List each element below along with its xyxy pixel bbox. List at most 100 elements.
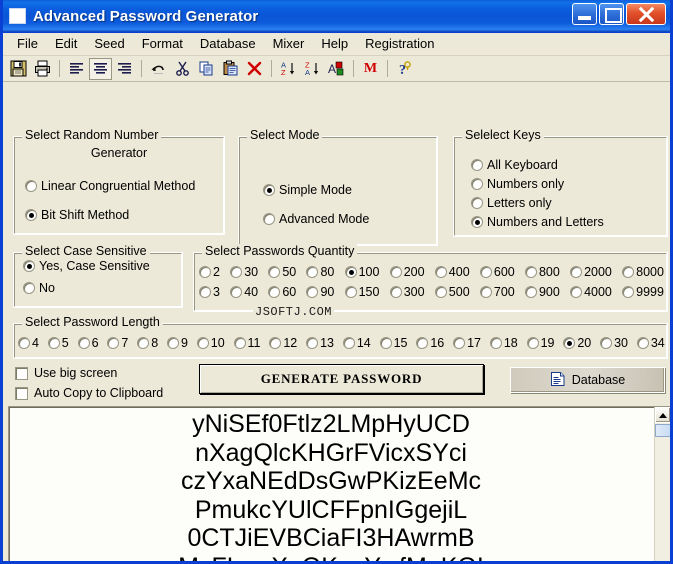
- database-button[interactable]: Database: [510, 367, 665, 393]
- radio-length-16[interactable]: 16: [416, 336, 444, 350]
- radio-quantity-800[interactable]: 800: [524, 265, 560, 279]
- sort-ascending-icon[interactable]: A Z: [277, 58, 300, 80]
- radio-numbers-only[interactable]: Numbers only: [471, 177, 564, 191]
- radio-length-14[interactable]: 14: [342, 336, 371, 350]
- radio-length-20[interactable]: 20: [563, 336, 591, 350]
- radio-yes-case-sensitive[interactable]: Yes, Case Sensitive: [23, 259, 150, 273]
- menu-help[interactable]: Help: [313, 34, 357, 54]
- radio-quantity-150[interactable]: 150: [344, 285, 379, 299]
- radio-advanced-mode[interactable]: Advanced Mode: [263, 212, 369, 226]
- generate-password-button[interactable]: GENERATE PASSWORD: [199, 364, 484, 394]
- radio-no-case-sensitive[interactable]: No: [23, 281, 55, 295]
- radio-quantity-90[interactable]: 90: [306, 285, 334, 299]
- radio-length-9[interactable]: 9: [166, 336, 188, 350]
- delete-icon[interactable]: [243, 58, 266, 80]
- radio-indicator: [622, 266, 635, 278]
- radio-all-keyboard[interactable]: All Keyboard: [471, 158, 558, 172]
- maximize-button[interactable]: [599, 3, 624, 25]
- radio-length-10[interactable]: 10: [196, 336, 225, 350]
- toolbar-separator: [59, 60, 60, 77]
- radio-length-34[interactable]: 34: [636, 336, 665, 350]
- radio-label: 80: [320, 265, 335, 279]
- radio-quantity-30[interactable]: 30: [230, 265, 258, 279]
- scroll-up-button[interactable]: [655, 407, 670, 423]
- radio-length-11[interactable]: 11: [233, 336, 261, 350]
- radio-length-7[interactable]: 7: [107, 336, 128, 350]
- menu-edit[interactable]: Edit: [47, 34, 86, 54]
- cut-icon[interactable]: [171, 58, 194, 80]
- radio-quantity-300[interactable]: 300: [389, 285, 425, 299]
- checkbox-use-big-screen[interactable]: Use big screen: [15, 366, 117, 380]
- align-left-icon[interactable]: [65, 58, 88, 80]
- menu-database[interactable]: Database: [192, 34, 265, 54]
- svg-text:A: A: [305, 68, 310, 77]
- radio-length-18[interactable]: 18: [489, 336, 518, 350]
- radio-length-30[interactable]: 30: [600, 336, 628, 350]
- radio-quantity-600[interactable]: 600: [479, 265, 515, 279]
- radio-quantity-80[interactable]: 80: [306, 265, 334, 279]
- mixer-icon[interactable]: M: [359, 58, 382, 80]
- radio-quantity-9999[interactable]: 9999: [622, 285, 664, 299]
- toolbar-separator-4: [353, 60, 354, 77]
- help-icon[interactable]: ?: [393, 58, 416, 80]
- group-select-keys: Selelect Keys All Keyboard Numbers only …: [453, 128, 668, 237]
- radio-length-15[interactable]: 15: [379, 336, 408, 350]
- radio-label: 12: [283, 336, 298, 350]
- output-scrollbar[interactable]: [654, 407, 670, 561]
- print-icon[interactable]: [31, 58, 54, 80]
- password-output-area[interactable]: yNiSEf0Ftlz2LMpHyUCD nXagQlcKHGrFVicxSYci…: [8, 406, 670, 561]
- close-button[interactable]: [626, 3, 666, 25]
- radio-length-4[interactable]: 4: [18, 336, 39, 350]
- radio-length-13[interactable]: 13: [306, 336, 334, 350]
- radio-bit-shift-method[interactable]: Bit Shift Method: [25, 208, 129, 222]
- radio-quantity-8000[interactable]: 8000: [622, 265, 664, 279]
- radio-length-6[interactable]: 6: [77, 336, 99, 350]
- radio-quantity-4000[interactable]: 4000: [570, 285, 612, 299]
- radio-quantity-2[interactable]: 2: [199, 265, 220, 279]
- radio-indicator: [389, 286, 402, 298]
- radio-indicator: [570, 286, 583, 298]
- toolbar: A Z Z A A M ?: [3, 56, 670, 82]
- radio-quantity-900[interactable]: 900: [524, 285, 560, 299]
- undo-icon[interactable]: [147, 58, 170, 80]
- radio-indicator: [18, 337, 30, 349]
- toolbar-separator-2: [141, 60, 142, 77]
- align-center-icon[interactable]: [89, 57, 112, 80]
- radio-quantity-2000[interactable]: 2000: [570, 265, 612, 279]
- radio-quantity-700[interactable]: 700: [479, 285, 515, 299]
- checkbox-auto-copy-to-clipboard[interactable]: Auto Copy to Clipboard: [15, 386, 163, 400]
- menu-mixer[interactable]: Mixer: [265, 34, 314, 54]
- radio-numbers-and-letters[interactable]: Numbers and Letters: [471, 215, 604, 229]
- radio-quantity-3[interactable]: 3: [199, 285, 220, 299]
- radio-length-12[interactable]: 12: [269, 336, 297, 350]
- radio-letters-only[interactable]: Letters only: [471, 196, 552, 210]
- radio-quantity-40[interactable]: 40: [230, 285, 258, 299]
- radio-length-8[interactable]: 8: [137, 336, 158, 350]
- align-right-icon[interactable]: [113, 58, 136, 80]
- radio-label: Bit Shift Method: [41, 208, 130, 222]
- radio-simple-mode[interactable]: Simple Mode: [263, 183, 352, 197]
- menu-seed[interactable]: Seed: [86, 34, 133, 54]
- radio-quantity-500[interactable]: 500: [434, 285, 470, 299]
- menu-format[interactable]: Format: [134, 34, 192, 54]
- radio-linear-congruential-method[interactable]: Linear Congruential Method: [25, 179, 195, 193]
- scroll-thumb[interactable]: [655, 424, 670, 437]
- minimize-button[interactable]: [572, 3, 597, 25]
- radio-quantity-50[interactable]: 50: [268, 265, 296, 279]
- radio-length-5[interactable]: 5: [47, 336, 69, 350]
- radio-quantity-200[interactable]: 200: [389, 265, 425, 279]
- sort-descending-icon[interactable]: Z A: [301, 58, 324, 80]
- save-icon[interactable]: [7, 58, 30, 80]
- radio-length-17[interactable]: 17: [453, 336, 481, 350]
- radio-indicator: [600, 337, 613, 349]
- radio-indicator: [23, 282, 35, 294]
- copy-icon[interactable]: [195, 58, 218, 80]
- radio-quantity-100[interactable]: 100: [344, 265, 379, 279]
- radio-quantity-60[interactable]: 60: [268, 285, 296, 299]
- menu-file[interactable]: File: [9, 34, 47, 54]
- radio-quantity-400[interactable]: 400: [434, 265, 470, 279]
- paste-icon[interactable]: [219, 58, 242, 80]
- font-color-icon[interactable]: A: [325, 58, 348, 80]
- menu-registration[interactable]: Registration: [357, 34, 443, 54]
- radio-length-19[interactable]: 19: [526, 336, 555, 350]
